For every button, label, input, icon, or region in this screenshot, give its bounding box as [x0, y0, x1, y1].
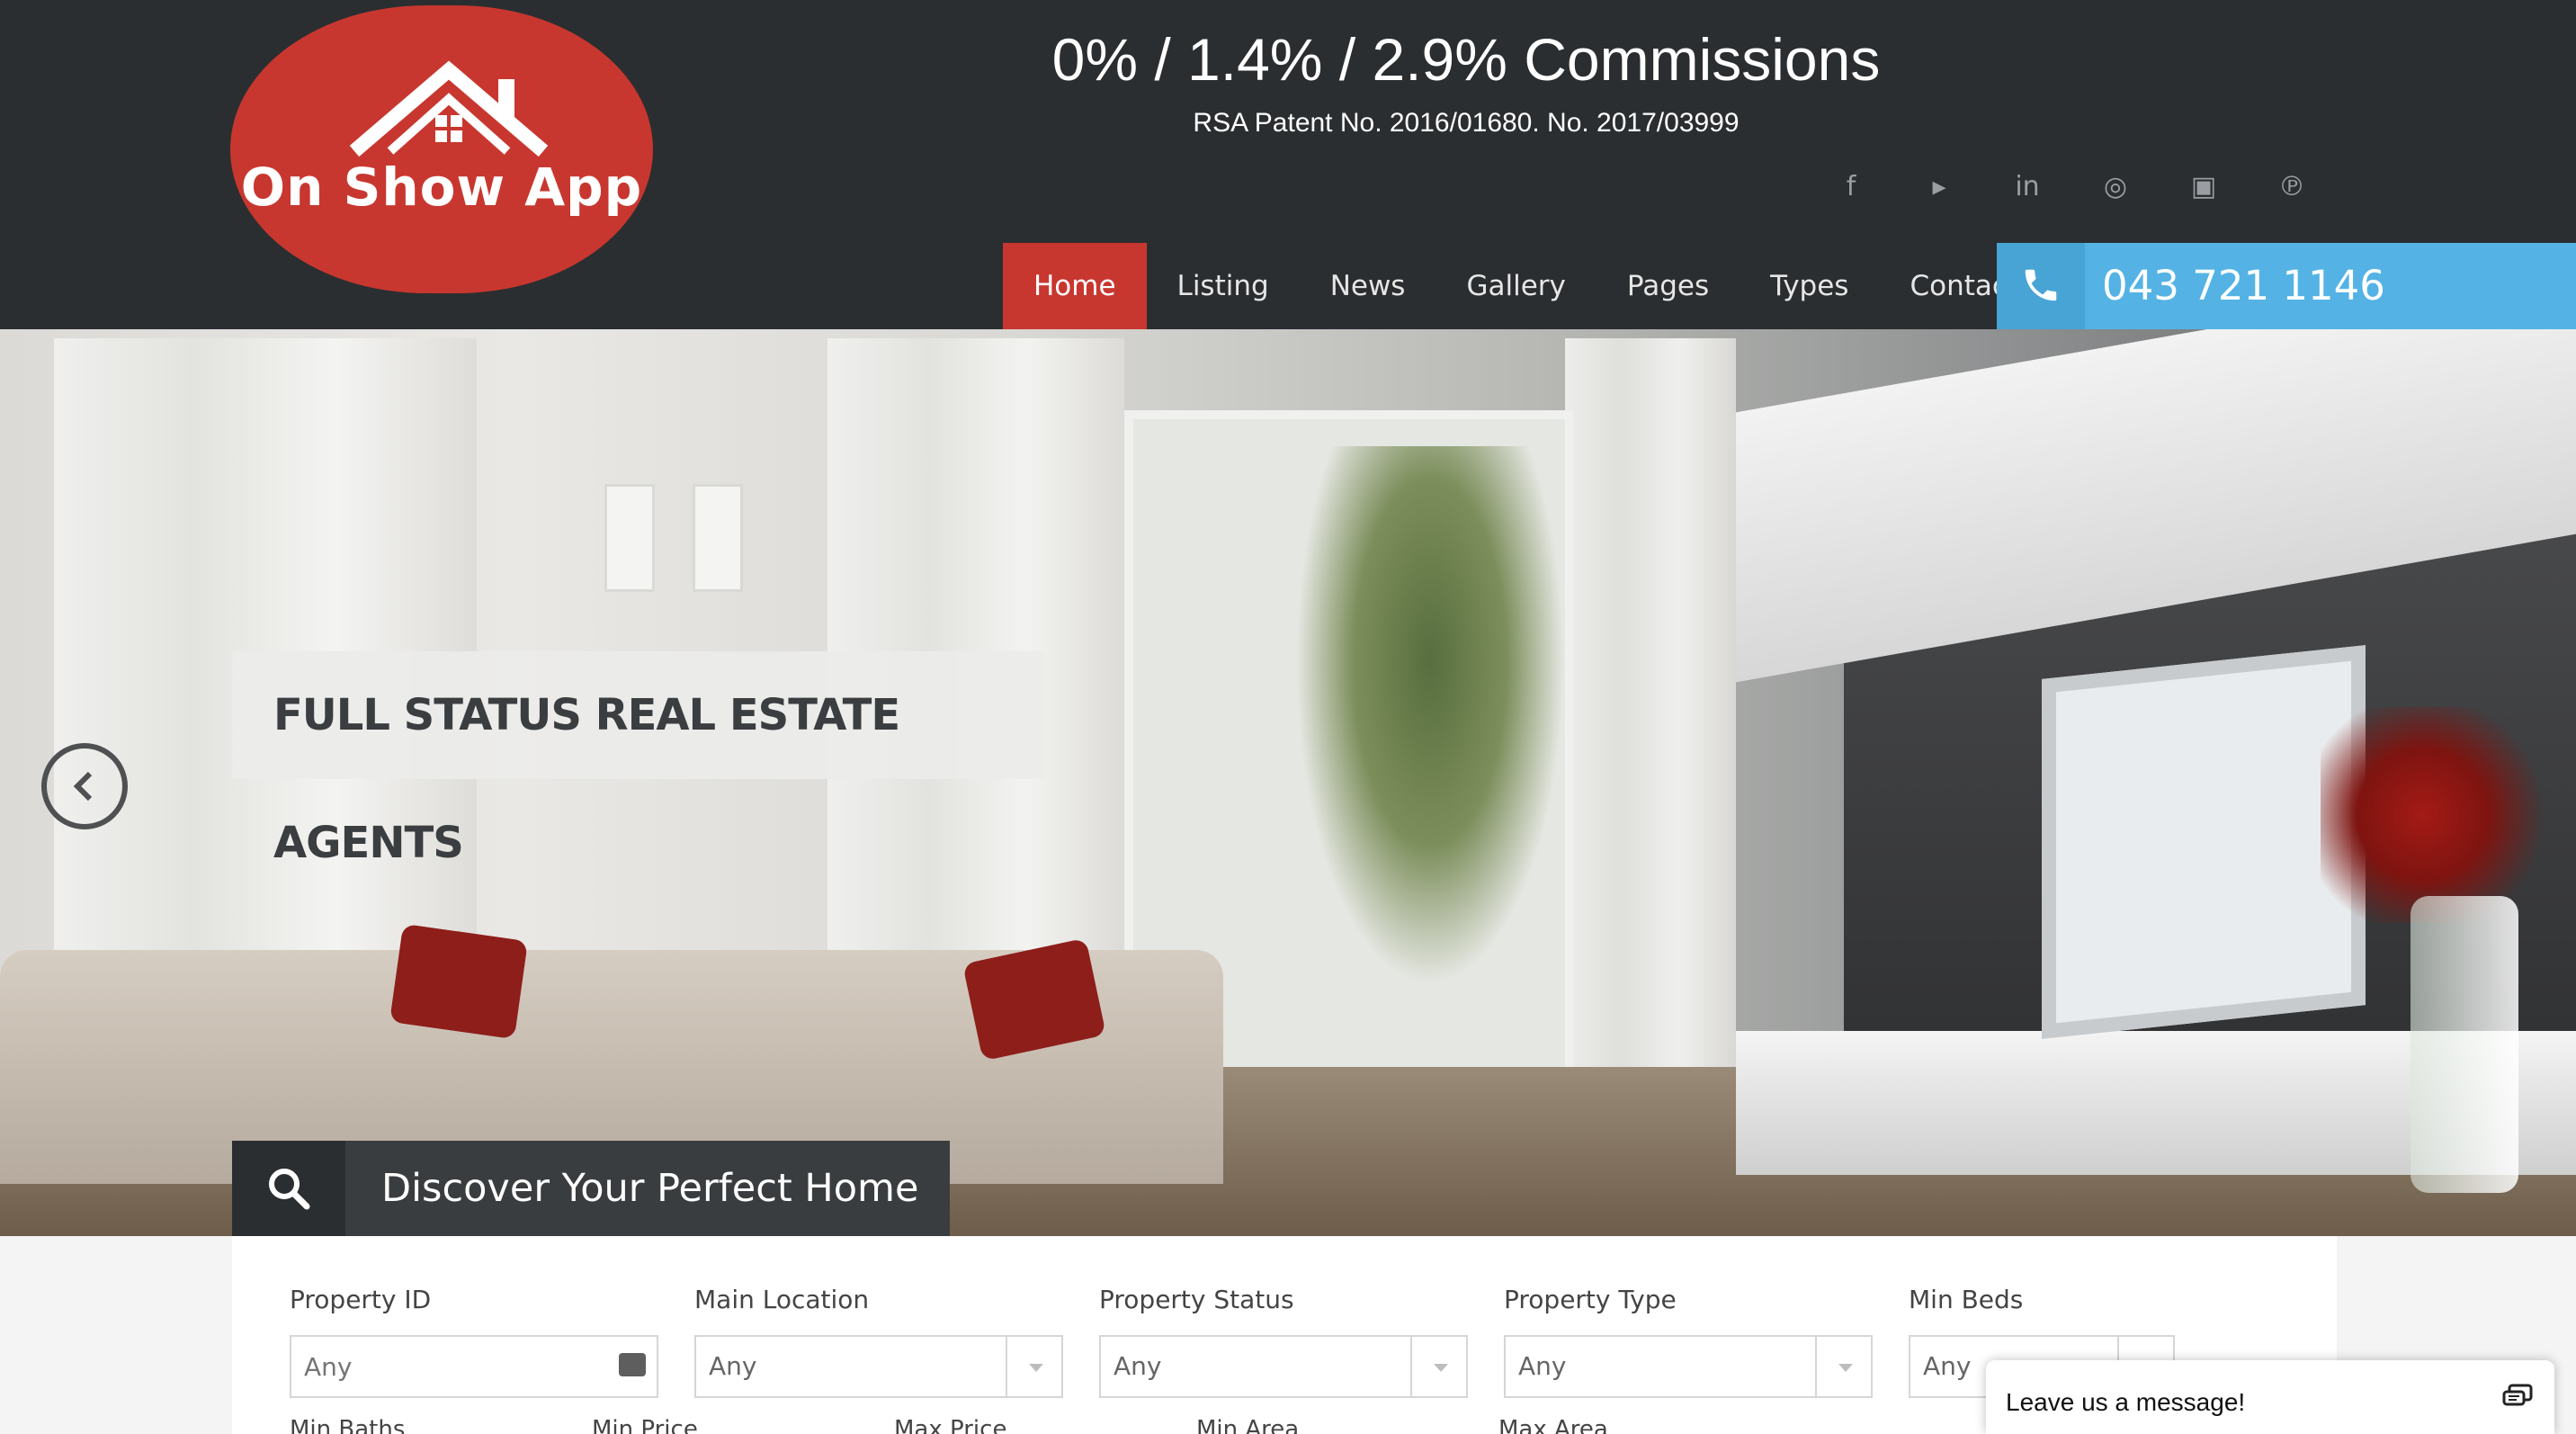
min-beds-value: Any	[1923, 1351, 1972, 1381]
search-icon-box	[232, 1141, 345, 1236]
hero-flowers	[2321, 707, 2576, 923]
phone-icon	[2025, 269, 2057, 301]
main-location-label: Main Location	[694, 1285, 870, 1314]
hero-wall-lamp	[693, 484, 743, 592]
chevron-down-icon	[1006, 1337, 1061, 1396]
slider-prev-button[interactable]	[41, 743, 128, 829]
patent-text: RSA Patent No. 2016/01680. No. 2017/0399…	[1193, 108, 1740, 138]
site-header: On Show App 0% / 1.4% / 2.9% Commissions…	[0, 0, 2576, 329]
max-area-label: Max Area	[1498, 1416, 1608, 1434]
chevron-left-icon	[73, 771, 93, 802]
linkedin-icon[interactable]: in	[2008, 167, 2047, 207]
min-beds-label: Min Beds	[1909, 1285, 2024, 1314]
phone-banner[interactable]: 043 721 1146	[1997, 243, 2576, 329]
house-icon	[349, 60, 549, 157]
youtube-icon[interactable]: ▣	[2184, 167, 2223, 207]
property-type-label: Property Type	[1504, 1285, 1677, 1314]
hero-vase	[2411, 896, 2518, 1193]
property-status-label: Property Status	[1099, 1285, 1294, 1314]
property-status-select[interactable]: Any	[1099, 1335, 1468, 1398]
twitter-icon[interactable]: ▸	[1919, 167, 1959, 207]
nav-pages[interactable]: Pages	[1597, 243, 1740, 329]
chevron-down-icon	[1815, 1337, 1871, 1396]
hero-tagline: FULL STATUS REAL ESTATE AGENTS	[273, 690, 900, 868]
nav-gallery[interactable]: Gallery	[1436, 243, 1596, 329]
chat-bubble-icon	[2502, 1384, 2533, 1406]
property-id-label: Property ID	[290, 1285, 432, 1314]
instagram-icon[interactable]: ◎	[2096, 167, 2135, 207]
main-location-value: Any	[709, 1351, 757, 1381]
chat-label: Leave us a message!	[2006, 1388, 2246, 1416]
nav-news[interactable]: News	[1300, 243, 1436, 329]
property-id-field[interactable]	[290, 1335, 658, 1398]
logo[interactable]: On Show App	[230, 5, 653, 293]
max-price-label: Max Price	[894, 1416, 1007, 1434]
search-icon	[269, 1169, 310, 1210]
hero-pillow	[389, 923, 528, 1040]
nav-listing[interactable]: Listing	[1147, 243, 1300, 329]
facebook-icon[interactable]: f	[1831, 167, 1871, 207]
property-type-select[interactable]: Any	[1504, 1335, 1873, 1398]
min-area-label: Min Area	[1196, 1416, 1300, 1434]
keyboard-icon	[619, 1353, 646, 1376]
nav-home[interactable]: Home	[1003, 243, 1147, 329]
hero-tv	[2042, 645, 2366, 1039]
main-nav: Home Listing News Gallery Pages Types Co…	[1003, 243, 2090, 329]
phone-number[interactable]: 043 721 1146	[2102, 243, 2385, 329]
commission-headline: 0% / 1.4% / 2.9% Commissions	[1051, 26, 1881, 93]
min-price-label: Min Price	[592, 1416, 698, 1434]
nav-types[interactable]: Types	[1740, 243, 1879, 329]
chevron-down-icon	[1410, 1337, 1466, 1396]
logo-text: On Show App	[240, 157, 643, 218]
hero-wall-lamp	[604, 484, 655, 592]
property-status-value: Any	[1114, 1351, 1162, 1381]
hero-tree	[1295, 446, 1565, 986]
hero-tagline-box: FULL STATUS REAL ESTATE AGENTS	[232, 651, 1043, 868]
discover-title: Discover Your Perfect Home	[381, 1166, 919, 1211]
discover-header: Discover Your Perfect Home	[232, 1141, 950, 1236]
hero-curtain	[1565, 338, 1736, 1076]
pinterest-icon[interactable]: ℗	[2272, 167, 2312, 207]
property-type-value: Any	[1518, 1351, 1567, 1381]
property-id-input[interactable]	[291, 1337, 657, 1396]
phone-icon-box	[1997, 243, 2085, 329]
main-location-select[interactable]: Any	[694, 1335, 1063, 1398]
hero-slider: FULL STATUS REAL ESTATE AGENTS Discover …	[0, 329, 2576, 1236]
min-baths-label: Min Baths	[290, 1416, 406, 1434]
chat-widget[interactable]: Leave us a message!	[1986, 1360, 2554, 1434]
